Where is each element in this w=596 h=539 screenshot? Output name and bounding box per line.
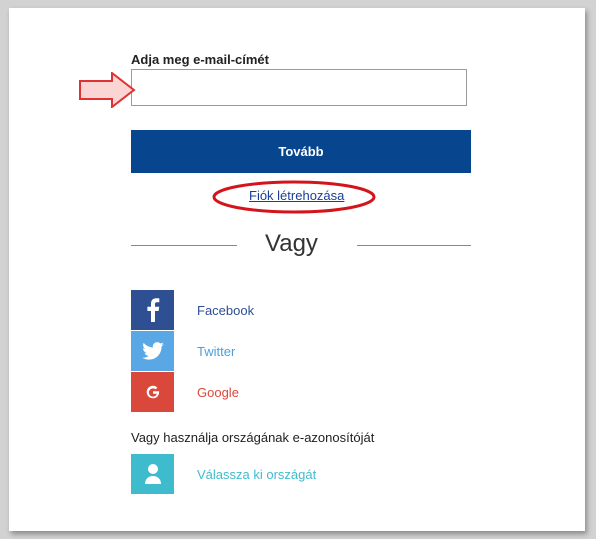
country-select-label: Válassza ki országát xyxy=(197,466,317,482)
create-account-link[interactable]: Fiók létrehozása xyxy=(249,188,344,203)
arrow-annotation-icon xyxy=(79,72,136,108)
country-select-button[interactable]: Válassza ki országát xyxy=(131,454,391,494)
facebook-label: Facebook xyxy=(197,302,255,318)
divider-line-right xyxy=(357,245,471,246)
twitter-login-button[interactable]: Twitter xyxy=(131,331,391,371)
twitter-icon xyxy=(131,331,174,371)
email-input[interactable] xyxy=(131,69,467,106)
facebook-login-button[interactable]: Facebook xyxy=(131,290,391,330)
twitter-label: Twitter xyxy=(197,343,236,359)
person-icon xyxy=(131,454,174,494)
next-button[interactable]: Tovább xyxy=(131,130,471,173)
login-panel: Adja meg e-mail-címét Tovább Fiók létreh… xyxy=(9,8,585,531)
google-label: Google xyxy=(197,384,239,400)
facebook-icon xyxy=(131,290,174,330)
country-id-note: Vagy használja országának e-azonosítóját xyxy=(131,430,375,445)
email-label: Adja meg e-mail-címét xyxy=(131,52,269,67)
google-login-button[interactable]: Google xyxy=(131,372,391,412)
divider-line-left xyxy=(131,245,237,246)
or-divider-label: Vagy xyxy=(265,230,318,257)
google-icon xyxy=(131,372,174,412)
